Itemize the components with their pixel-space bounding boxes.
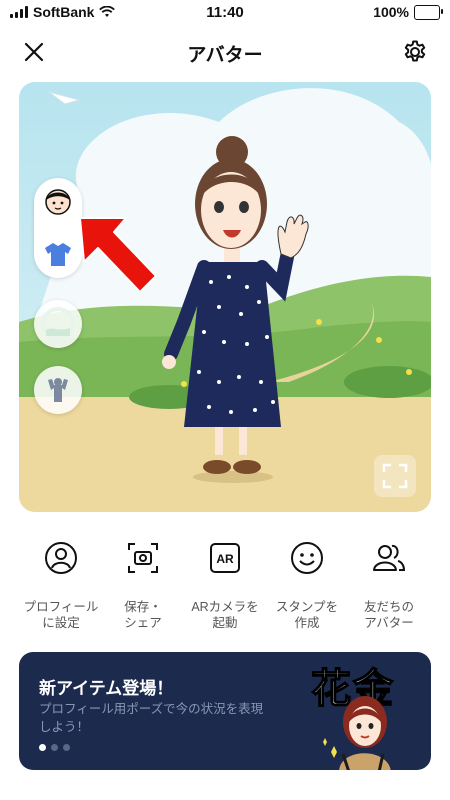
gear-icon[interactable] xyxy=(402,39,428,65)
app-header: アバター xyxy=(0,32,450,72)
ar-icon: AR xyxy=(210,543,240,573)
banner-title: 新アイテム登場！ xyxy=(39,679,174,698)
smile-icon xyxy=(291,542,323,574)
action-label: ARカメラを 起動 xyxy=(191,600,259,630)
face-icon[interactable] xyxy=(44,188,72,216)
friends-icon xyxy=(373,544,406,571)
fullscreen-button[interactable] xyxy=(374,455,416,497)
banner-subtitle: プロフィール用ポーズで今の状況を表現しよう！ xyxy=(39,702,264,734)
avatar-stage[interactable] xyxy=(19,82,431,512)
page-title: アバター xyxy=(187,45,263,66)
action-label: 友だちの アバター xyxy=(363,600,414,630)
pose-button[interactable] xyxy=(34,366,82,414)
pointer-arrow-icon xyxy=(79,217,157,293)
battery-icon xyxy=(414,4,443,20)
battery-info: 100% xyxy=(373,4,443,20)
carousel-dots xyxy=(39,744,70,751)
background-button[interactable] xyxy=(34,300,82,348)
fullscreen-icon xyxy=(382,463,408,489)
shirt-icon[interactable] xyxy=(44,240,72,268)
camera-save-icon xyxy=(128,543,158,573)
carousel-dot[interactable] xyxy=(39,744,46,751)
carousel-dot[interactable] xyxy=(51,744,58,751)
create-sticker-button[interactable]: スタンプを 作成 xyxy=(267,540,347,631)
ar-camera-button[interactable]: AR ARカメラを 起動 xyxy=(185,540,265,631)
action-label: スタンプを 作成 xyxy=(275,600,339,630)
pose-icon xyxy=(48,378,68,402)
set-profile-button[interactable]: プロフィール に設定 xyxy=(21,540,101,631)
action-row: プロフィール に設定 保存・ シェア AR ARカメラを 起動 スタンプを 作成… xyxy=(0,540,450,630)
profile-icon xyxy=(45,542,77,574)
banner-avatar-image xyxy=(323,696,391,770)
action-label: 保存・ シェア xyxy=(124,600,162,630)
avatar-scene xyxy=(19,82,431,512)
svg-text:AR: AR xyxy=(216,552,234,566)
friends-avatar-button[interactable]: 友だちの アバター xyxy=(349,540,429,631)
background-icon xyxy=(41,307,75,341)
save-share-button[interactable]: 保存・ シェア xyxy=(103,540,183,631)
battery-percent: 100% xyxy=(373,4,409,20)
action-label: プロフィール に設定 xyxy=(23,600,99,630)
promo-banner[interactable]: 新アイテム登場！ プロフィール用ポーズで今の状況を表現しよう！ 花金 xyxy=(19,652,431,770)
status-bar: SoftBank 11:40 100% xyxy=(0,0,450,26)
carousel-dot[interactable] xyxy=(63,744,70,751)
